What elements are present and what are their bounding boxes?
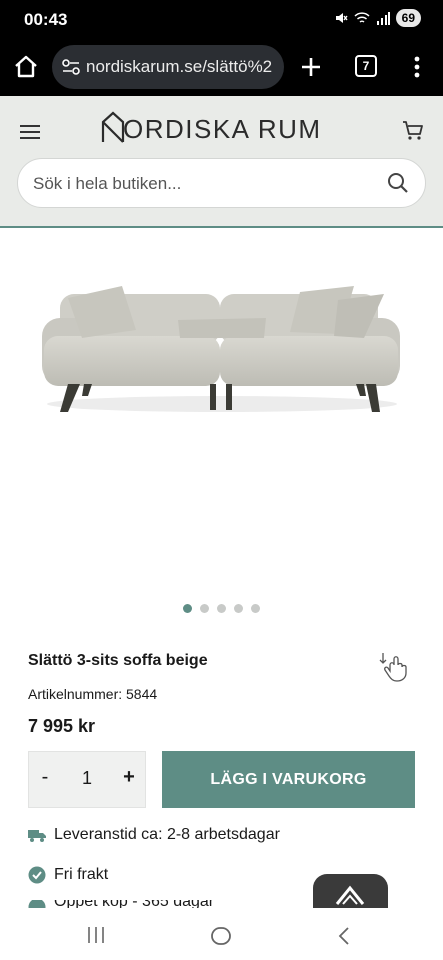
recents-icon[interactable]: [86, 926, 106, 944]
delivery-text: Leveranstid ca: 2-8 arbetsdagar: [54, 826, 280, 843]
delivery-info: Leveranstid ca: 2-8 arbetsdagar: [28, 826, 280, 844]
sofa-image: [42, 286, 400, 412]
back-icon[interactable]: [336, 926, 352, 946]
status-icons: 69: [334, 9, 421, 27]
new-tab-icon[interactable]: [299, 54, 323, 80]
free-shipping-text: Fri frakt: [54, 866, 109, 883]
add-to-cart-button[interactable]: LÄGG I VARUKORG: [162, 751, 415, 808]
system-nav-bar: [0, 908, 443, 960]
check-circle-icon: [28, 866, 46, 884]
hamburger-menu-icon[interactable]: [19, 122, 41, 142]
carousel-dot[interactable]: [217, 604, 226, 613]
quantity-stepper[interactable]: - 1 +: [28, 751, 146, 808]
more-options-icon[interactable]: [407, 54, 427, 80]
logo-house-icon: [101, 111, 125, 143]
carousel-dot[interactable]: [200, 604, 209, 613]
browser-toolbar: nordiskarum.se/slättö%2 7: [0, 40, 443, 96]
quantity-decrease-button[interactable]: -: [35, 766, 55, 789]
open-purchase-info: Öppet köp - 365 dagar: [28, 900, 214, 908]
tab-switcher-button[interactable]: 7: [355, 55, 377, 77]
carousel-dot[interactable]: [234, 604, 243, 613]
status-bar: 00:43 69: [0, 0, 443, 40]
url-text[interactable]: nordiskarum.se/slättö%2: [86, 57, 272, 77]
search-input[interactable]: Sök i hela butiken...: [17, 158, 426, 208]
free-shipping-info: Fri frakt: [28, 866, 108, 884]
site-logo[interactable]: ORDISKA RUM: [101, 110, 345, 144]
carousel-dots: [183, 604, 260, 613]
site-header: ORDISKA RUM Sök i hela butiken...: [0, 96, 443, 228]
battery-badge: 69: [395, 9, 421, 27]
quantity-value[interactable]: 1: [73, 768, 101, 789]
wifi-icon: [354, 11, 370, 23]
article-number: Artikelnummer: 5844: [28, 686, 158, 702]
logo-text: ORDISKA RUM: [123, 114, 322, 144]
product-price: 7 995 kr: [28, 716, 96, 736]
status-time: 00:43: [24, 10, 68, 29]
address-bar[interactable]: nordiskarum.se/slättö%2: [52, 45, 284, 89]
home-nav-icon[interactable]: [210, 926, 232, 946]
quantity-increase-button[interactable]: +: [119, 766, 139, 789]
carousel-dot[interactable]: [251, 604, 260, 613]
mute-icon: [335, 13, 348, 23]
truck-icon: [28, 830, 46, 842]
chat-widget-button[interactable]: [313, 874, 388, 908]
cart-icon[interactable]: [401, 118, 425, 142]
search-icon[interactable]: [387, 172, 409, 194]
home-icon[interactable]: [13, 54, 39, 80]
share-icon[interactable]: [376, 649, 412, 683]
open-purchase-text: Öppet köp - 365 dagar: [54, 900, 214, 908]
product-title: Slättö 3-sits soffa beige: [28, 652, 208, 669]
check-circle-icon: [28, 900, 46, 908]
search-placeholder: Sök i hela butiken...: [33, 174, 182, 193]
signal-icon: [376, 11, 390, 25]
site-settings-icon[interactable]: [61, 58, 81, 76]
product-image[interactable]: [0, 230, 443, 595]
carousel-dot[interactable]: [183, 604, 192, 613]
chat-logo-icon: [335, 885, 365, 905]
